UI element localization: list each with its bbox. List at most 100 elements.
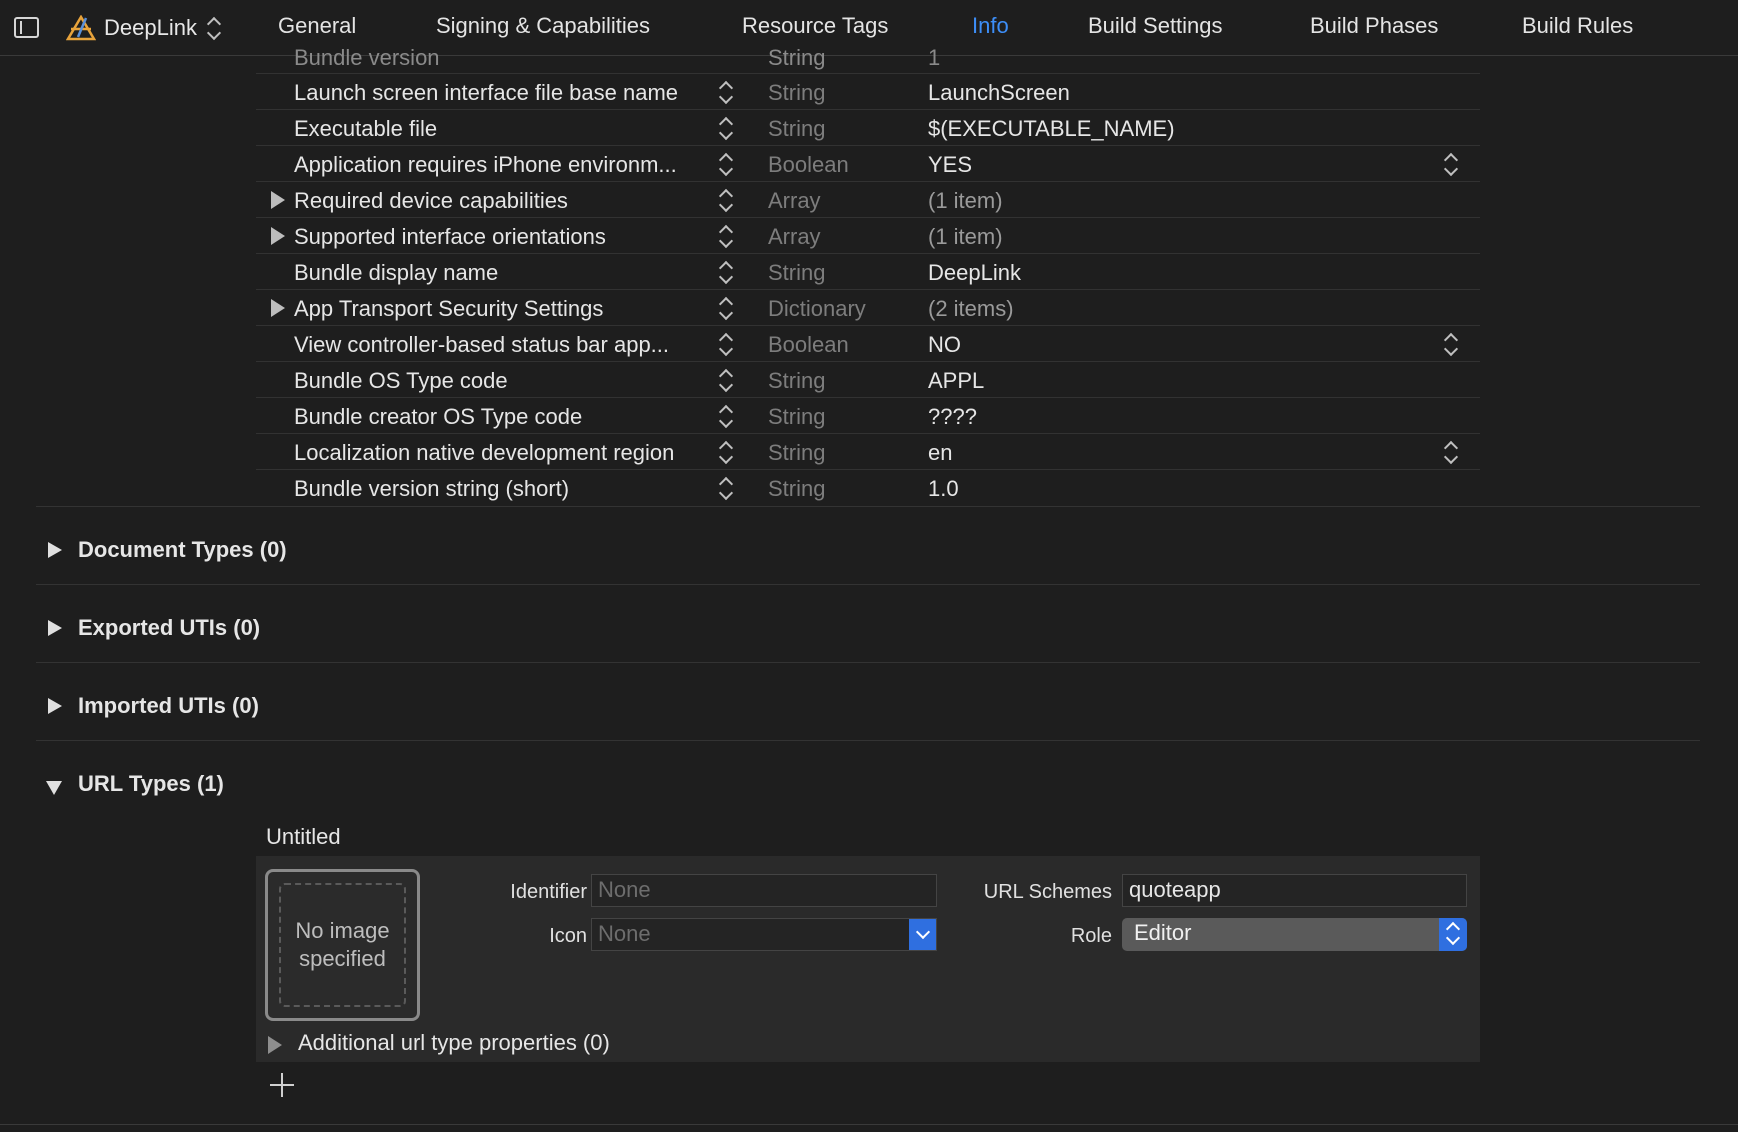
chevron-up-down-icon[interactable] — [717, 224, 735, 250]
chevron-up-down-icon[interactable] — [717, 80, 735, 106]
plist-type: Boolean — [768, 332, 849, 357]
disclosure-triangle-icon[interactable] — [48, 620, 62, 636]
disclosure-triangle-icon[interactable] — [48, 542, 62, 558]
role-popup-button[interactable] — [1439, 918, 1467, 951]
disclosure-triangle-icon[interactable] — [271, 191, 285, 209]
role-label: Role — [1070, 925, 1112, 947]
chevron-up-down-icon[interactable] — [717, 260, 735, 286]
no-image-placeholder: No image specified — [279, 883, 406, 1007]
plist-type: String — [768, 404, 826, 429]
plist-value[interactable]: en — [928, 440, 952, 466]
plist-key: Launch screen interface file base name — [294, 80, 679, 105]
section-url-types[interactable]: URL Types (1) — [36, 741, 1700, 811]
plist-value: (1 item) — [928, 188, 1003, 213]
target-selector[interactable]: DeepLink — [65, 14, 221, 42]
role-value: Editor — [1134, 920, 1192, 945]
additional-url-type-properties[interactable]: Additional url type properties (0) — [298, 1030, 610, 1056]
url-schemes-field[interactable]: quoteapp — [1122, 874, 1467, 907]
plist-key: Supported interface orientations — [294, 224, 606, 249]
plist-row[interactable]: App Transport Security Settings Dictiona… — [256, 290, 1480, 326]
plist-key: Bundle version string (short) — [294, 476, 570, 501]
plist-row[interactable]: Supported interface orientations Array (… — [256, 218, 1480, 254]
plist-type: String — [768, 440, 826, 465]
chevron-up-down-icon[interactable] — [717, 188, 735, 214]
tab-build-rules[interactable]: Build Rules — [1522, 13, 1633, 39]
plist-value[interactable]: 1.0 — [928, 476, 959, 502]
plist-type: String — [768, 45, 826, 70]
url-type-image-well[interactable]: No image specified — [265, 869, 420, 1021]
icon-field[interactable]: None — [591, 918, 937, 951]
disclosure-triangle-icon[interactable] — [268, 1036, 282, 1054]
plist-key: Bundle version — [294, 45, 440, 70]
identifier-field[interactable]: None — [591, 874, 937, 907]
plist-type: String — [768, 116, 826, 141]
chevron-up-down-icon[interactable] — [717, 296, 735, 322]
chevron-up-down-icon[interactable] — [717, 476, 735, 502]
plist-key: Bundle display name — [294, 260, 499, 285]
plist-value[interactable]: NO — [928, 332, 961, 358]
disclosure-triangle-icon[interactable] — [48, 698, 62, 714]
plist-key: View controller-based status bar app... — [294, 332, 670, 357]
plist-row[interactable]: Executable file String $(EXECUTABLE_NAME… — [256, 110, 1480, 146]
plist-row[interactable]: Application requires iPhone environm... … — [256, 146, 1480, 182]
plist-type: String — [768, 260, 826, 285]
section-document-types[interactable]: Document Types (0) — [36, 507, 1700, 585]
tab-info[interactable]: Info — [972, 13, 1009, 39]
disclosure-triangle-icon[interactable] — [271, 227, 285, 245]
disclosure-triangle-open-icon[interactable] — [46, 781, 62, 795]
plist-row[interactable]: Launch screen interface file base name S… — [256, 74, 1480, 110]
tab-build-settings[interactable]: Build Settings — [1088, 13, 1223, 39]
chevron-up-down-icon — [205, 16, 221, 40]
plist-row[interactable]: Bundle version String 1 — [256, 45, 1480, 74]
identifier-label: Identifier — [510, 881, 587, 903]
plist-row[interactable]: View controller-based status bar app... … — [256, 326, 1480, 362]
value-popup-chevron-icon[interactable] — [1442, 440, 1460, 466]
tab-signing-capabilities[interactable]: Signing & Capabilities — [436, 13, 650, 39]
tab-resource-tags[interactable]: Resource Tags — [742, 13, 888, 39]
plist-row[interactable]: Bundle OS Type code String APPL — [256, 362, 1480, 398]
plist-key: Localization native development region — [294, 440, 675, 465]
plist-value: 1 — [928, 45, 941, 70]
tab-build-phases[interactable]: Build Phases — [1310, 13, 1438, 39]
chevron-up-down-icon[interactable] — [717, 116, 735, 142]
plist-key: Bundle creator OS Type code — [294, 404, 583, 429]
url-type-panel: No image specified Identifier None Icon … — [256, 856, 1480, 1062]
plist-value[interactable]: $(EXECUTABLE_NAME) — [928, 116, 1175, 142]
role-popup[interactable]: Editor — [1122, 918, 1467, 951]
section-title: Imported UTIs (0) — [78, 693, 259, 718]
url-type-title: Untitled — [266, 824, 341, 849]
chevron-up-down-icon — [1444, 921, 1462, 947]
tab-general[interactable]: General — [278, 13, 356, 39]
plist-value[interactable]: APPL — [928, 368, 984, 394]
chevron-down-icon[interactable] — [909, 919, 936, 950]
plist-row[interactable]: Localization native development region S… — [256, 434, 1480, 470]
chevron-up-down-icon[interactable] — [717, 368, 735, 394]
plist-value: (1 item) — [928, 224, 1003, 249]
plist-value[interactable]: YES — [928, 152, 972, 178]
disclosure-triangle-icon[interactable] — [271, 299, 285, 317]
section-title: URL Types (1) — [78, 771, 224, 796]
plist-value[interactable]: ???? — [928, 404, 977, 430]
add-url-type-plus-icon[interactable] — [270, 1073, 294, 1097]
chevron-up-down-icon[interactable] — [717, 404, 735, 430]
plist-row[interactable]: Required device capabilities Array (1 it… — [256, 182, 1480, 218]
chevron-up-down-icon[interactable] — [717, 152, 735, 178]
section-imported-utis[interactable]: Imported UTIs (0) — [36, 663, 1700, 741]
plist-key: Executable file — [294, 116, 438, 141]
app-target-icon — [65, 14, 97, 41]
chevron-up-down-icon[interactable] — [717, 440, 735, 466]
plist-value[interactable]: LaunchScreen — [928, 80, 1070, 106]
value-popup-chevron-icon[interactable] — [1442, 152, 1460, 178]
plist-row[interactable]: Bundle version string (short) String 1.0 — [256, 470, 1480, 506]
plist-row[interactable]: Bundle display name String DeepLink — [256, 254, 1480, 290]
sidebar-toggle-icon[interactable] — [14, 17, 39, 38]
plist-key: Application requires iPhone environm... — [294, 152, 677, 177]
section-title: Exported UTIs (0) — [78, 615, 261, 640]
plist-type: String — [768, 80, 826, 105]
plist-value[interactable]: DeepLink — [928, 260, 1021, 286]
value-popup-chevron-icon[interactable] — [1442, 332, 1460, 358]
chevron-up-down-icon[interactable] — [717, 332, 735, 358]
plist-type: Array — [768, 224, 821, 249]
plist-row[interactable]: Bundle creator OS Type code String ???? — [256, 398, 1480, 434]
section-exported-utis[interactable]: Exported UTIs (0) — [36, 585, 1700, 663]
